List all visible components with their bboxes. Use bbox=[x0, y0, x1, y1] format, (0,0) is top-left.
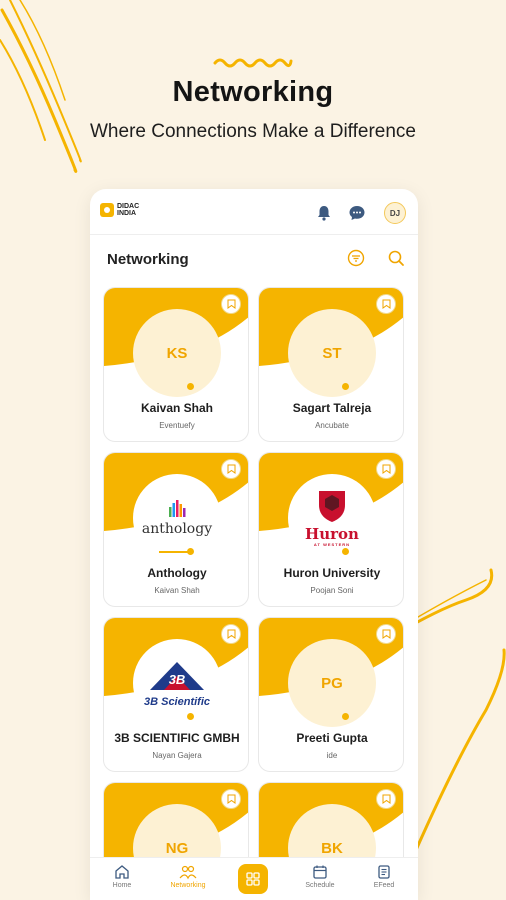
logo-mark-icon bbox=[100, 203, 114, 217]
nav-label: Schedule bbox=[305, 882, 335, 889]
networking-icon bbox=[179, 865, 197, 880]
huron-logo-text: Huron bbox=[305, 525, 359, 543]
nav-schedule[interactable]: Schedule bbox=[295, 864, 345, 889]
huron-logo: Huron AT WESTERN bbox=[288, 474, 376, 562]
search-icon[interactable] bbox=[387, 249, 405, 267]
status-dot bbox=[342, 383, 349, 390]
status-dot bbox=[187, 713, 194, 720]
bookmark-icon[interactable] bbox=[221, 294, 241, 314]
exhibitor-name: 3B SCIENTIFIC GMBH bbox=[114, 731, 240, 745]
status-dot bbox=[187, 383, 194, 390]
status-line bbox=[159, 551, 189, 553]
exhibitor-contact: Nayan Gajera bbox=[152, 751, 202, 760]
contact-avatar: ST bbox=[288, 309, 376, 397]
contact-card[interactable]: PG Preeti Gupta ide bbox=[258, 617, 404, 772]
app-header: DIDAC INDIA DJ bbox=[90, 189, 418, 235]
contact-card[interactable]: ST Sagart Talreja Ancubate bbox=[258, 287, 404, 442]
exhibitor-card[interactable]: Huron AT WESTERN Huron University Poojan… bbox=[258, 452, 404, 607]
bookmark-icon[interactable] bbox=[221, 789, 241, 809]
home-icon bbox=[115, 865, 129, 879]
exhibitor-name: Huron University bbox=[283, 566, 381, 580]
hero-title: Networking bbox=[172, 76, 334, 108]
bookmark-icon[interactable] bbox=[221, 459, 241, 479]
bookmark-icon[interactable] bbox=[376, 459, 396, 479]
exhibitor-contact: Poojan Soni bbox=[310, 586, 354, 595]
bell-icon[interactable] bbox=[315, 204, 333, 222]
exhibitor-name: Anthology bbox=[147, 566, 207, 580]
nav-label: Home bbox=[112, 882, 132, 889]
3b-logo-text: 3B Scientific bbox=[143, 696, 211, 708]
nav-label: EFeed bbox=[373, 882, 395, 889]
status-dot bbox=[342, 548, 349, 555]
contact-company: Ancubate bbox=[315, 421, 349, 430]
app-logo[interactable]: DIDAC INDIA bbox=[100, 203, 139, 217]
3b-mark-text: 3B bbox=[169, 672, 186, 687]
3b-triangle-icon: 3B bbox=[150, 662, 204, 690]
user-avatar[interactable]: DJ bbox=[384, 202, 406, 224]
contact-avatar: PG bbox=[288, 639, 376, 727]
huron-shield-icon bbox=[319, 491, 345, 522]
chat-icon[interactable] bbox=[348, 204, 366, 222]
anthology-logo: anthology bbox=[133, 474, 221, 562]
status-dot bbox=[342, 713, 349, 720]
bookmark-icon[interactable] bbox=[376, 294, 396, 314]
nav-grid-button[interactable] bbox=[238, 864, 268, 894]
grid-icon bbox=[246, 872, 260, 886]
exhibitor-contact: Kaivan Shah bbox=[154, 586, 200, 595]
bookmark-icon[interactable] bbox=[376, 624, 396, 644]
nav-home[interactable]: Home bbox=[97, 864, 147, 889]
filter-icon[interactable] bbox=[347, 249, 365, 267]
nav-networking[interactable]: Networking bbox=[163, 864, 213, 889]
exhibitor-card[interactable]: 3B 3B Scientific 3B SCIENTIFIC GMBH Naya… bbox=[103, 617, 249, 772]
logo-line1: DIDAC bbox=[117, 203, 140, 210]
section-title: Networking bbox=[107, 251, 189, 268]
3b-scientific-logo: 3B 3B Scientific bbox=[133, 639, 221, 727]
contact-company: Eventuefy bbox=[159, 421, 195, 430]
bookmark-icon[interactable] bbox=[376, 789, 396, 809]
contact-name: Kaivan Shah bbox=[140, 401, 214, 415]
exhibitor-card[interactable]: anthology Anthology Kaivan Shah bbox=[103, 452, 249, 607]
calendar-icon bbox=[313, 865, 327, 879]
feed-icon bbox=[378, 865, 390, 879]
contact-avatar: KS bbox=[133, 309, 221, 397]
contact-card[interactable]: KS Kaivan Shah Eventuefy bbox=[103, 287, 249, 442]
bookmark-icon[interactable] bbox=[221, 624, 241, 644]
nav-efeed[interactable]: EFeed bbox=[359, 864, 409, 889]
anthology-bars-icon bbox=[169, 500, 186, 517]
phone-screen: DIDAC INDIA DJ Networking KS Kaivan Shah… bbox=[90, 189, 418, 900]
contact-name: Sagart Talreja bbox=[292, 401, 372, 415]
hero-subtitle: Where Connections Make a Difference bbox=[90, 121, 416, 142]
nav-label: Networking bbox=[170, 882, 206, 889]
status-dot bbox=[187, 548, 194, 555]
anthology-logo-text: anthology bbox=[141, 521, 213, 537]
logo-line2: INDIA bbox=[117, 210, 137, 217]
contact-company: ide bbox=[326, 751, 338, 760]
bottom-navigation: Home Networking Schedule EFeed bbox=[90, 857, 418, 900]
contact-name: Preeti Gupta bbox=[296, 731, 368, 745]
squiggle-decoration bbox=[213, 58, 293, 68]
